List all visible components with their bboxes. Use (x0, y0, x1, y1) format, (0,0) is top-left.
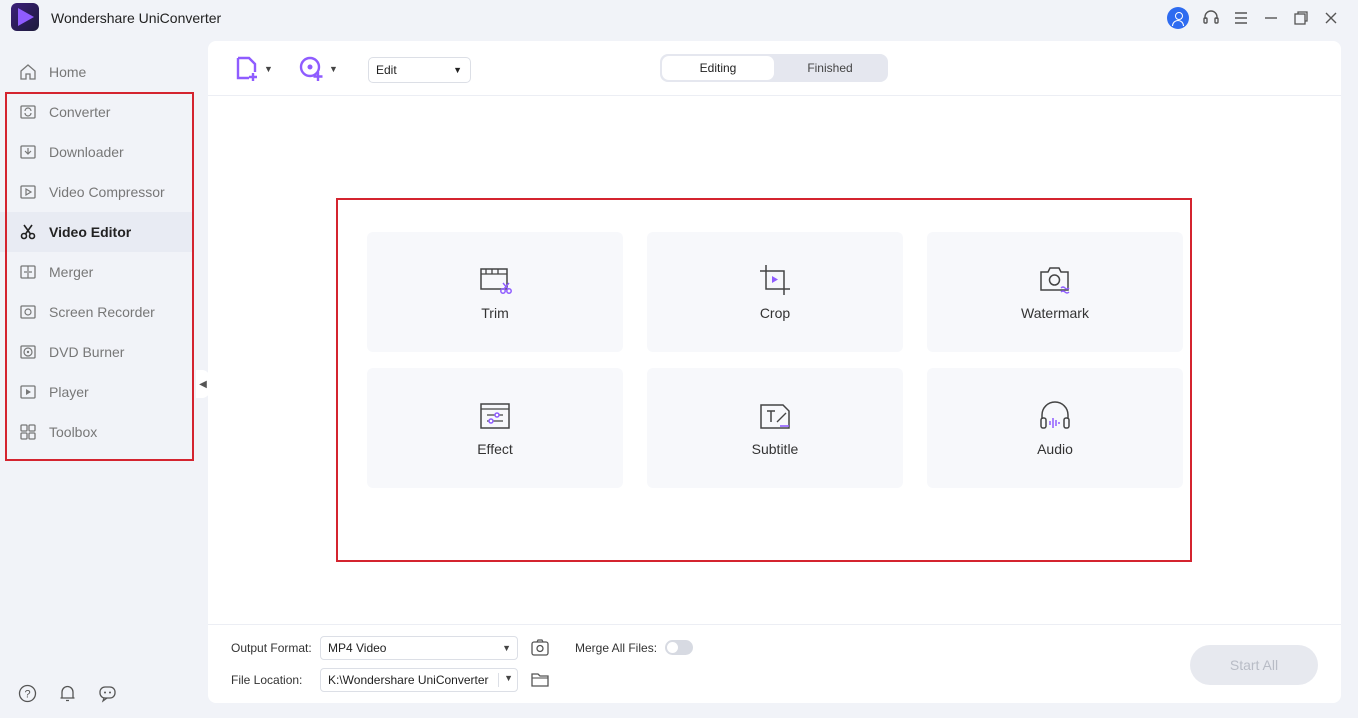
feedback-icon[interactable] (98, 684, 117, 703)
sidebar-item-label: Converter (49, 104, 111, 120)
sidebar-item-screen-recorder[interactable]: Screen Recorder (0, 292, 200, 332)
effect-icon (480, 403, 510, 429)
tool-label: Subtitle (751, 441, 799, 457)
sidebar-item-video-compressor[interactable]: Video Compressor (0, 172, 200, 212)
dvd-icon (18, 342, 38, 362)
help-icon[interactable]: ? (18, 684, 37, 703)
sidebar-item-label: Downloader (49, 144, 124, 160)
watermark-icon (1040, 267, 1070, 294)
toolbar: ▼ ▼ Edit ▼ Editing Finished (208, 41, 1341, 96)
sidebar-item-player[interactable]: Player (0, 372, 200, 412)
chevron-down-icon: ▼ (329, 64, 338, 74)
load-dvd-button[interactable]: ▼ (299, 56, 338, 82)
audio-icon (1040, 401, 1070, 429)
trim-tool-card[interactable]: Trim (367, 232, 623, 352)
merger-icon (18, 262, 38, 282)
format-settings-icon[interactable] (530, 638, 550, 663)
chevron-down-icon: ▼ (498, 673, 513, 687)
start-all-button[interactable]: Start All (1190, 645, 1318, 685)
add-files-button[interactable]: ▼ (236, 56, 273, 82)
tab-editing[interactable]: Editing (662, 56, 774, 80)
downloader-icon (18, 142, 38, 162)
toolbox-icon (18, 422, 38, 442)
home-icon (18, 62, 38, 82)
sidebar-item-label: Video Editor (49, 224, 132, 240)
file-location-value: K:\Wondershare UniConverter (328, 673, 489, 687)
sidebar-item-toolbox[interactable]: Toolbox (0, 412, 200, 452)
sidebar-item-label: Screen Recorder (49, 304, 155, 320)
menu-icon[interactable] (1226, 3, 1256, 33)
edit-dropdown-value: Edit (376, 63, 397, 77)
minimize-icon[interactable] (1256, 3, 1286, 33)
converter-icon (18, 102, 38, 122)
sidebar-item-label: Video Compressor (49, 184, 165, 200)
bottom-bar: Output Format: MP4 Video ▼ Merge All Fil… (208, 624, 1341, 703)
subtitle-icon (760, 404, 790, 429)
output-format-value: MP4 Video (328, 641, 387, 655)
tool-label: Trim (481, 305, 509, 321)
sidebar-item-downloader[interactable]: Downloader (0, 132, 200, 172)
audio-tool-card[interactable]: Audio (927, 368, 1183, 488)
crop-tool-card[interactable]: Crop (647, 232, 903, 352)
sidebar-item-label: Home (49, 64, 87, 80)
tool-label: Crop (759, 305, 791, 321)
sidebar-item-label: DVD Burner (49, 344, 125, 360)
main-panel: ▼ ▼ Edit ▼ Editing Finished Trim Crop Wa… (208, 41, 1341, 703)
add-dvd-icon (299, 56, 323, 81)
edit-dropdown[interactable]: Edit ▼ (368, 57, 471, 83)
title-bar: Wondershare UniConverter (0, 0, 1358, 36)
screen-recorder-icon (18, 302, 38, 322)
notification-icon[interactable] (58, 684, 77, 703)
sidebar-item-video-editor[interactable]: Video Editor (0, 212, 194, 252)
scissors-icon (18, 222, 38, 242)
chevron-down-icon: ▼ (264, 64, 273, 74)
sidebar-item-converter[interactable]: Converter (0, 92, 200, 132)
merge-all-toggle[interactable] (665, 640, 693, 655)
restore-icon[interactable] (1286, 3, 1316, 33)
sidebar-item-home[interactable]: Home (0, 52, 200, 92)
sidebar: Home Converter Downloader Video Compress… (0, 52, 200, 452)
chevron-down-icon: ▼ (453, 65, 462, 75)
chevron-down-icon: ▼ (502, 643, 511, 653)
sidebar-item-label: Toolbox (49, 424, 98, 440)
app-title: Wondershare UniConverter (51, 10, 222, 26)
player-icon (18, 382, 38, 402)
crop-icon (760, 265, 790, 295)
merge-all-label: Merge All Files: (575, 641, 658, 655)
support-icon[interactable] (1196, 3, 1226, 33)
file-location-label: File Location: (231, 673, 303, 687)
compressor-icon (18, 182, 38, 202)
app-logo (11, 3, 39, 31)
sidebar-item-label: Player (49, 384, 89, 400)
subtitle-tool-card[interactable]: Subtitle (647, 368, 903, 488)
account-icon[interactable] (1166, 3, 1196, 33)
sidebar-item-dvd-burner[interactable]: DVD Burner (0, 332, 200, 372)
tool-label: Effect (477, 441, 513, 457)
file-location-select[interactable]: K:\Wondershare UniConverter ▼ (320, 668, 518, 692)
effect-tool-card[interactable]: Effect (367, 368, 623, 488)
folder-icon[interactable] (530, 671, 550, 694)
output-format-select[interactable]: MP4 Video ▼ (320, 636, 518, 660)
output-format-label: Output Format: (231, 641, 312, 655)
sidebar-item-label: Merger (49, 264, 94, 280)
close-icon[interactable] (1316, 3, 1346, 33)
window-controls (1166, 0, 1358, 36)
watermark-tool-card[interactable]: Watermark (927, 232, 1183, 352)
add-file-icon (236, 56, 257, 81)
status-tabs: Editing Finished (660, 54, 888, 82)
sidebar-footer: ? (18, 684, 117, 703)
tool-label: Audio (1037, 441, 1073, 457)
trim-icon (480, 268, 512, 294)
tab-finished[interactable]: Finished (774, 56, 886, 80)
svg-text:?: ? (24, 689, 30, 701)
tool-label: Watermark (1021, 305, 1089, 321)
sidebar-item-merger[interactable]: Merger (0, 252, 200, 292)
